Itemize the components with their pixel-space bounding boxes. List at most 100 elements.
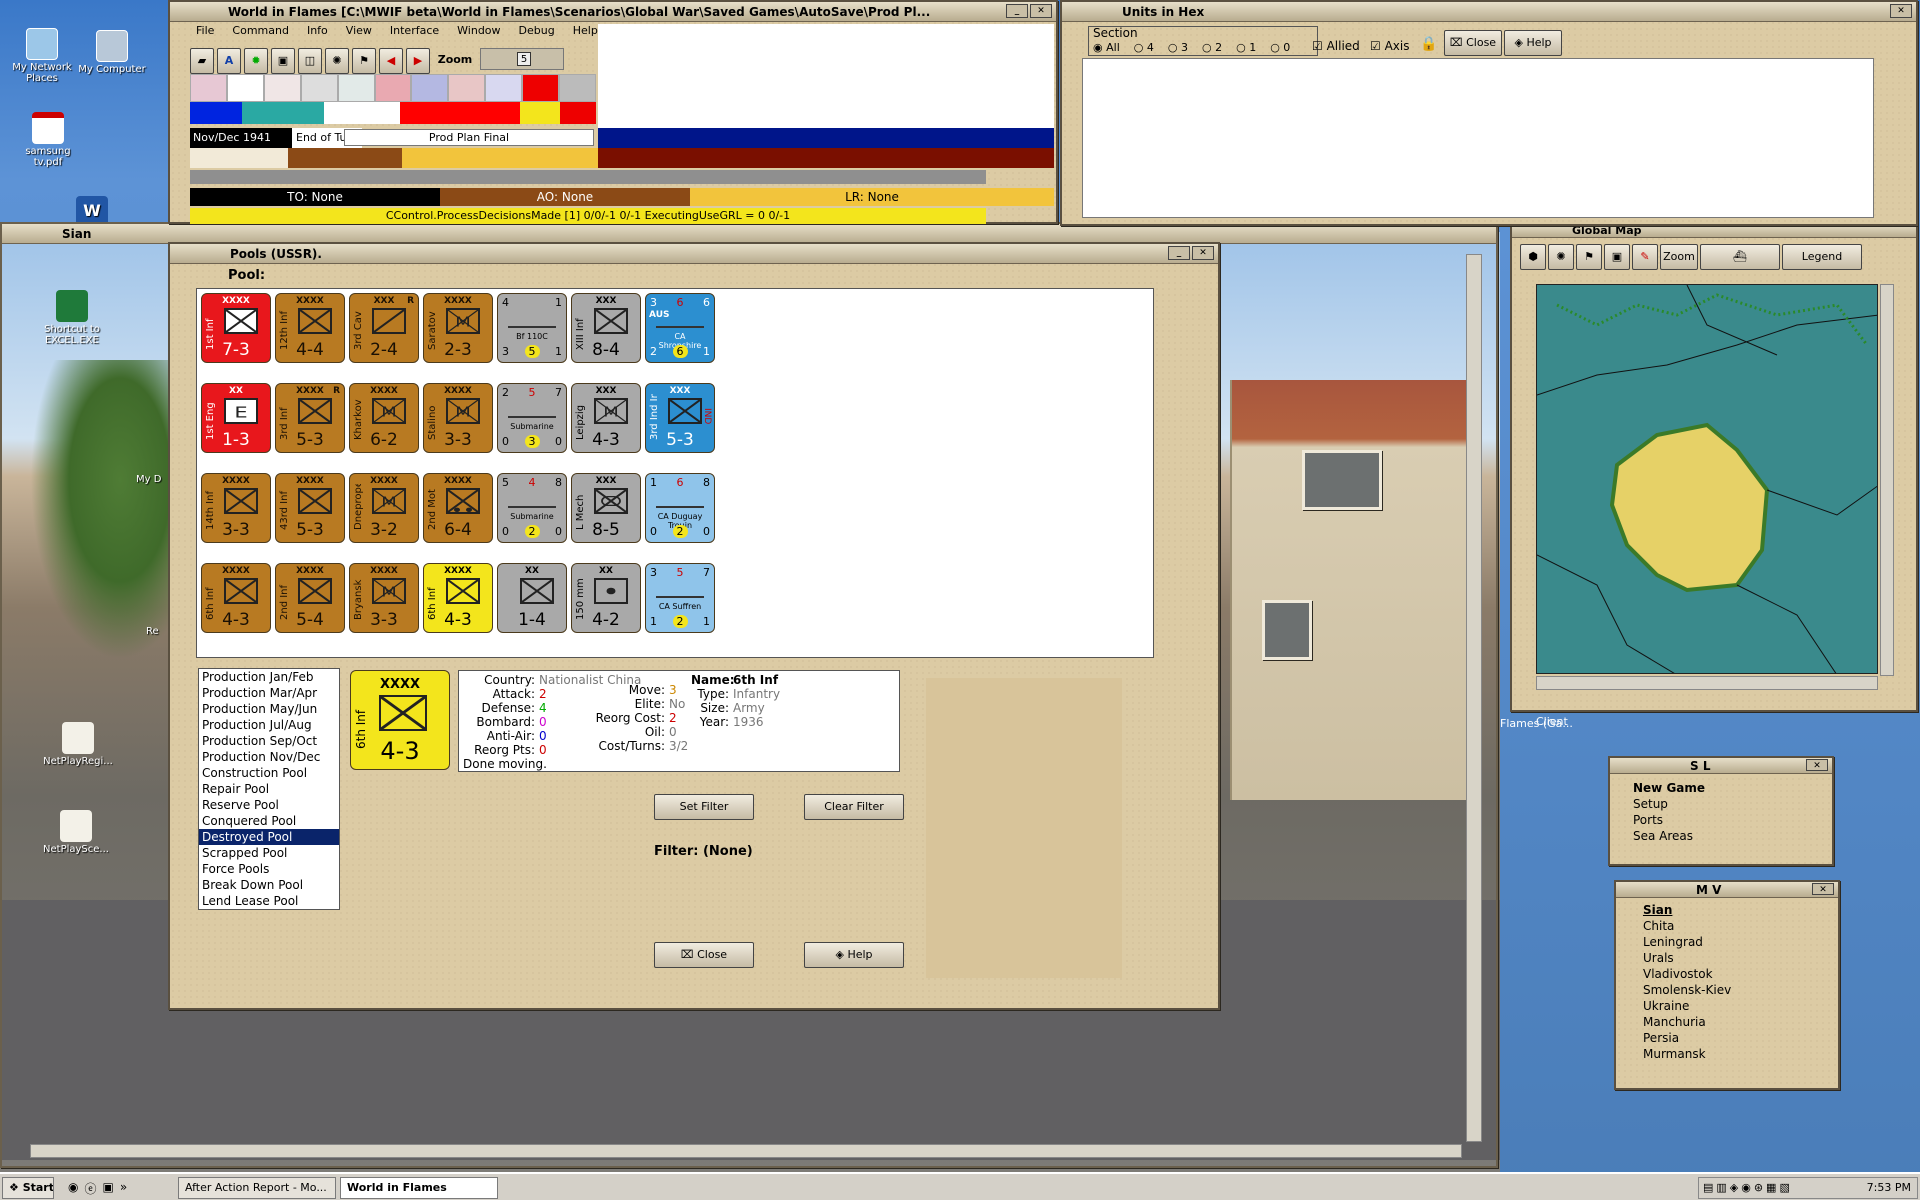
menu-help[interactable]: Help [573, 22, 598, 40]
map-window-titlebar[interactable]: Sian [2, 224, 1496, 244]
stack-icon[interactable]: ▣ [271, 48, 295, 74]
mv-list-item[interactable]: Smolensk-Kiev [1640, 982, 1816, 998]
pool-list-item[interactable]: Repair Pool [199, 781, 339, 797]
close-icon[interactable]: ✕ [1192, 246, 1214, 260]
unit-counter[interactable]: XXXX 2nd Mot 6-4 [423, 473, 493, 543]
main-window-titlebar[interactable]: World in Flames [C:\MWIF beta\World in F… [170, 2, 1056, 22]
menu-info[interactable]: Info [307, 22, 328, 40]
unit-counter[interactable]: XXX R 3rd Cav 2-4 [349, 293, 419, 363]
desktop-icon[interactable]: ▣ [103, 1180, 114, 1197]
menu-view[interactable]: View [346, 22, 372, 40]
flag-ussr-icon[interactable] [522, 74, 560, 102]
units-in-hex-titlebar[interactable]: Units in Hex ✕ [1062, 2, 1916, 22]
radio-0[interactable]: ○ 0 [1270, 41, 1290, 54]
unit-counter[interactable]: XXXX 43rd Inf 5-3 [275, 473, 345, 543]
clear-filter-button[interactable]: Clear Filter [804, 794, 904, 820]
flag-neutral-icon[interactable] [559, 74, 596, 102]
menu-file[interactable]: File [196, 22, 214, 40]
legend-button[interactable]: Legend [1782, 244, 1862, 270]
menu-debug[interactable]: Debug [519, 22, 555, 40]
unit-counter[interactable]: 168 CA Duguay Trouin020 [645, 473, 715, 543]
pool-list-item[interactable]: Production Mar/Apr [199, 685, 339, 701]
task-aar[interactable]: After Action Report - Mo... [178, 1177, 336, 1199]
tank-icon[interactable]: ▰ [190, 48, 214, 74]
close-icon[interactable]: ✕ [1030, 4, 1052, 18]
unit-counter[interactable]: 3 5 7 CA Suffren 1 2 1 [645, 563, 715, 633]
pool-list-item[interactable]: Lend Lease Pool [199, 893, 339, 909]
mv-window[interactable]: M V ✕ Sian Chita Leningrad Urals Vladivostok… [1614, 880, 1840, 1090]
mv-list-item[interactable]: Chita [1640, 918, 1816, 934]
close-icon[interactable]: ✕ [1812, 883, 1834, 895]
axis-checkbox[interactable]: ☑ Axis [1370, 39, 1409, 53]
desktop-icon-computer[interactable]: My Computer [76, 30, 148, 75]
unit-counter[interactable]: 4 1 Bf 110C 3 5 1 [497, 293, 567, 363]
pool-list-item[interactable]: Production Sep/Oct [199, 733, 339, 749]
hex-icon[interactable]: ⬢ [1520, 244, 1546, 270]
pool-list-item[interactable]: Production Jul/Aug [199, 717, 339, 733]
units-close-button[interactable]: ⌧ Close [1444, 30, 1502, 56]
pool-list-item[interactable]: Force Pools [199, 861, 339, 877]
pencil-icon[interactable]: ✎ [1632, 244, 1658, 270]
radio-all[interactable]: ◉ All [1093, 41, 1120, 54]
pool-list-item[interactable]: Production May/Jun [199, 701, 339, 717]
lock-icon[interactable]: 🔒 [1420, 36, 1437, 52]
stack-icon[interactable]: ▣ [1604, 244, 1630, 270]
map-vertical-scrollbar[interactable] [1466, 254, 1482, 1142]
radio-2[interactable]: ○ 2 [1202, 41, 1222, 54]
mv-titlebar[interactable]: M V ✕ [1616, 882, 1838, 898]
pool-list-item[interactable]: Scrapped Pool [199, 845, 339, 861]
unit-counter[interactable]: 366AUSCA Shropshire261 [645, 293, 715, 363]
main-window[interactable]: World in Flames [C:\MWIF beta\World in F… [168, 0, 1058, 224]
chevron-icon[interactable]: » [120, 1180, 127, 1197]
flag-icon[interactable]: ⚑ [1576, 244, 1602, 270]
unit-counter[interactable]: XX 1st Eng E 1-3 [201, 383, 271, 453]
mv-list-item[interactable]: Sian [1640, 902, 1816, 918]
pools-help-button[interactable]: ◈ Help [804, 942, 904, 968]
close-icon[interactable]: ✕ [1806, 759, 1828, 771]
sl-list-item[interactable]: Ports [1630, 812, 1816, 828]
global-map-window[interactable]: Global Map ⬢ ✺ ⚑ ▣ ✎ Zoom ⛴ Legend [1510, 222, 1918, 712]
radio-1[interactable]: ○ 1 [1236, 41, 1256, 54]
unit-counter[interactable]: XXXX Kharkov M 6-2 [349, 383, 419, 453]
mv-list-item[interactable]: Urals [1640, 950, 1816, 966]
unit-counter[interactable]: XXXX Saratov M 2-3 [423, 293, 493, 363]
flag-usa-icon[interactable] [485, 74, 523, 102]
flag-britain-icon[interactable] [411, 74, 449, 102]
sl-titlebar[interactable]: S L ✕ [1610, 758, 1832, 774]
unit-counter[interactable]: XXXX 6th Inf 4-3 [201, 563, 271, 633]
minimize-icon[interactable]: _ [1168, 246, 1190, 260]
menu-interface[interactable]: Interface [390, 22, 439, 40]
menu-window[interactable]: Window [457, 22, 500, 40]
unit-counter[interactable]: XXXX Dnepropet M 3-2 [349, 473, 419, 543]
pool-list-item[interactable]: Destroyed Pool [199, 829, 339, 845]
global-map-hscroll[interactable] [1536, 676, 1878, 690]
zoom-slider-thumb[interactable]: 5 [517, 52, 531, 66]
media-icon[interactable]: ◉ [68, 1180, 78, 1197]
map-horizontal-scrollbar[interactable] [30, 1144, 1462, 1158]
unit-counter[interactable]: XXXX Stalino M 3-3 [423, 383, 493, 453]
unit-counter[interactable]: XXXX Bryansk M 3-3 [349, 563, 419, 633]
pool-list-item[interactable]: Construction Pool [199, 765, 339, 781]
flag-uk-icon[interactable] [190, 74, 227, 102]
pool-list-item[interactable]: Production Nov/Dec [199, 749, 339, 765]
unit-counter[interactable]: XXXX R 3rd Inf 5-3 [275, 383, 345, 453]
mv-list-item[interactable]: Leningrad [1640, 934, 1816, 950]
minimize-icon[interactable]: _ [1006, 4, 1028, 18]
arrow-left-icon[interactable]: ◀ [379, 48, 403, 74]
mv-list-item[interactable]: Vladivostok [1640, 966, 1816, 982]
unit-counter[interactable]: 2 5 7 Submarine 0 3 0 [497, 383, 567, 453]
pools-window[interactable]: Pools (USSR). _ ✕ Pool: XXXX 1st Inf 7-3 XX… [168, 242, 1220, 1010]
mv-list-item[interactable]: Persia [1640, 1030, 1816, 1046]
unit-counter[interactable]: XXX XIII Inf 8-4 [571, 293, 641, 363]
flag-italy-icon[interactable] [337, 74, 375, 102]
unit-counter[interactable]: XXX Leipzig M 4-3 [571, 383, 641, 453]
flag-taiwan-icon[interactable] [374, 74, 412, 102]
allied-checkbox[interactable]: ☑ Allied [1312, 39, 1360, 53]
set-filter-button[interactable]: Set Filter [654, 794, 754, 820]
pool-list-item[interactable]: Reserve Pool [199, 797, 339, 813]
desktop-icon-network[interactable]: My Network Places [6, 28, 78, 84]
unit-counter[interactable]: XX 1-4 [497, 563, 567, 633]
unit-counter[interactable]: XXXX 12th Inf 4-4 [275, 293, 345, 363]
arrow-right-icon[interactable]: ▶ [406, 48, 430, 74]
units-help-button[interactable]: ◈ Help [1504, 30, 1562, 56]
